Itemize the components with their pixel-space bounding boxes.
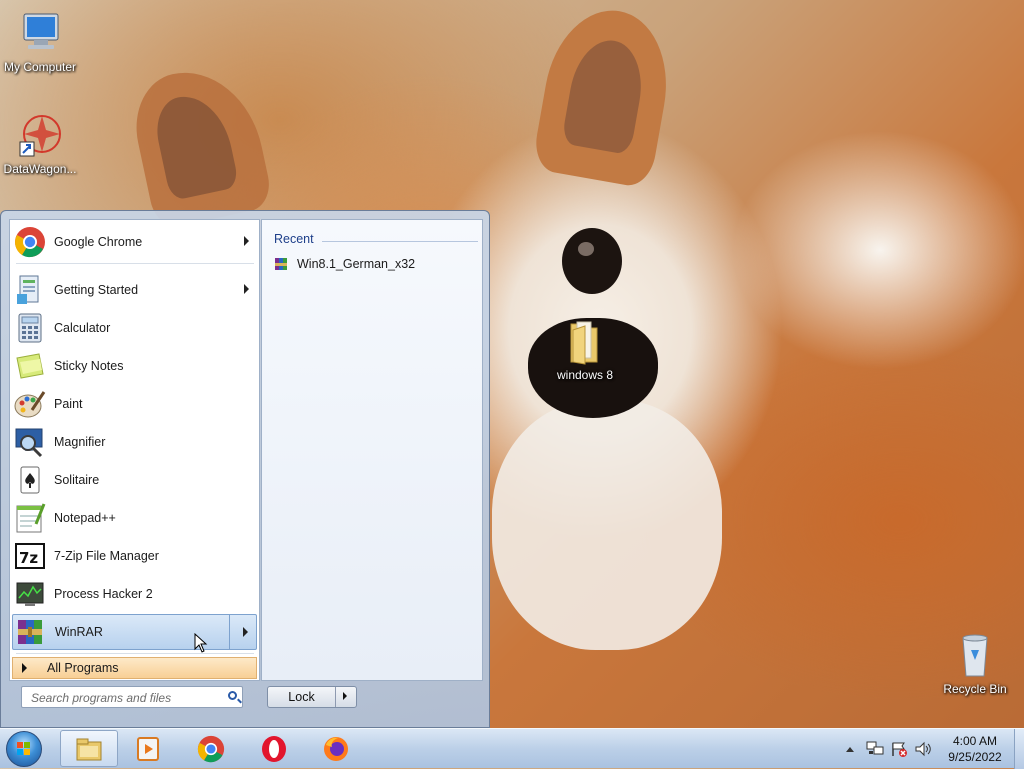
program-winrar[interactable]: WinRAR: [12, 614, 257, 650]
program-process-hacker[interactable]: Process Hacker 2: [12, 576, 257, 612]
program-sticky-notes[interactable]: Sticky Notes: [12, 348, 257, 384]
wallpaper-dog-ear: [125, 59, 275, 231]
winrar-archive-icon: [274, 256, 290, 272]
program-label: Google Chrome: [54, 235, 143, 249]
desktop-icon-windows8-folder[interactable]: windows 8: [545, 318, 625, 382]
program-calculator[interactable]: Calculator: [12, 310, 257, 346]
firefox-icon: [324, 737, 348, 761]
wallpaper-dog-ear-inner: [150, 88, 240, 202]
taskbar-opera-button[interactable]: [246, 730, 304, 767]
power-options-arrow-button[interactable]: [335, 687, 356, 707]
svg-text:7z: 7z: [19, 549, 38, 567]
submenu-arrow-icon[interactable]: [244, 236, 249, 246]
notepadpp-icon: [14, 502, 46, 534]
opera-icon: [262, 736, 286, 762]
explorer-icon: [76, 738, 102, 761]
clock-time: 4:00 AM: [952, 734, 998, 748]
program-label: WinRAR: [55, 625, 103, 639]
action-center-flag-icon[interactable]: [890, 741, 908, 757]
divider: [16, 263, 254, 264]
desktop-icon-label: DataWagon...: [3, 162, 77, 176]
submenu-arrow-icon[interactable]: [244, 284, 249, 294]
program-label: Getting Started: [54, 283, 139, 297]
sticky-notes-icon: [14, 350, 46, 382]
program-label: Paint: [54, 397, 83, 411]
desktop-icon-label: My Computer: [3, 60, 77, 74]
my-computer-icon: [16, 10, 64, 58]
expand-arrow-icon: [22, 663, 27, 673]
recent-item-label: Win8.1_German_x32: [297, 257, 416, 271]
start-menu-recent-pane: Recent Win8.1_German_x32: [261, 219, 483, 681]
wallpaper-dog-ear: [531, 0, 679, 190]
start-button[interactable]: [6, 731, 42, 767]
desktop-icon-label: Recycle Bin: [943, 682, 1007, 696]
divider: [322, 241, 478, 242]
program-label: Sticky Notes: [54, 359, 124, 373]
recent-heading: Recent: [274, 232, 314, 246]
getting-started-icon: [14, 274, 46, 306]
divider: [16, 653, 254, 654]
program-getting-started[interactable]: Getting Started: [12, 272, 257, 308]
recent-item-win81[interactable]: Win8.1_German_x32: [274, 256, 415, 272]
desktop-icon-my-computer[interactable]: My Computer: [0, 10, 80, 74]
all-programs-label: All Programs: [47, 661, 119, 675]
wallpaper-dog-eye: [562, 228, 622, 294]
taskbar: 4:00 AM 9/25/2022: [0, 728, 1024, 769]
windows-logo-icon: [17, 742, 30, 755]
volume-icon[interactable]: [914, 741, 932, 757]
program-label: Notepad++: [54, 511, 116, 525]
submenu-arrow-icon[interactable]: [243, 627, 248, 637]
wallpaper-dog-eye-highlight: [578, 242, 594, 256]
program-label: Calculator: [54, 321, 111, 335]
7zip-icon: 7z: [14, 540, 46, 572]
program-label: Solitaire: [54, 473, 100, 487]
winrar-icon: [15, 616, 47, 648]
taskbar-media-player-button[interactable]: [120, 730, 178, 767]
search-icon[interactable]: [228, 691, 237, 700]
network-icon[interactable]: [866, 741, 884, 757]
chrome-icon: [14, 226, 46, 258]
show-hidden-icons-arrow-icon[interactable]: [845, 745, 855, 753]
clock-date: 9/25/2022: [948, 750, 1002, 764]
chrome-icon: [197, 735, 225, 763]
program-magnifier[interactable]: Magnifier: [12, 424, 257, 460]
mouse-cursor-icon: [194, 633, 208, 653]
program-label: Magnifier: [54, 435, 106, 449]
paint-icon: [14, 388, 46, 420]
start-menu-programs-pane: Google Chrome Getting Started Calculator…: [9, 219, 260, 681]
all-programs-button[interactable]: All Programs: [12, 657, 257, 679]
program-label: Process Hacker 2: [54, 587, 153, 601]
lock-button-group: Lock: [267, 686, 357, 708]
magnifier-icon: [14, 426, 46, 458]
start-menu: Google Chrome Getting Started Calculator…: [0, 210, 490, 728]
recycle-bin-icon: [951, 632, 999, 680]
solitaire-icon: [14, 464, 46, 496]
calculator-icon: [14, 312, 46, 344]
clock[interactable]: 4:00 AM 9/25/2022: [940, 733, 1010, 765]
program-paint[interactable]: Paint: [12, 386, 257, 422]
program-notepadpp[interactable]: Notepad++: [12, 500, 257, 536]
folder-icon: [561, 318, 609, 366]
program-google-chrome[interactable]: Google Chrome: [12, 224, 257, 260]
wallpaper-dog-ear-inner: [560, 34, 650, 156]
program-7zip[interactable]: 7z 7-Zip File Manager: [12, 538, 257, 574]
program-solitaire[interactable]: Solitaire: [12, 462, 257, 498]
search-box[interactable]: [21, 686, 243, 708]
process-hacker-icon: [14, 578, 46, 610]
datawagon-shortcut-icon: [16, 112, 64, 160]
search-input[interactable]: [29, 688, 223, 708]
media-player-icon: [137, 737, 159, 761]
taskbar-firefox-button[interactable]: [308, 730, 366, 767]
wallpaper-dog-muzzle: [492, 400, 722, 650]
program-label: 7-Zip File Manager: [54, 549, 159, 563]
taskbar-chrome-button[interactable]: [183, 730, 241, 767]
desktop-icon-datawagon[interactable]: DataWagon...: [0, 112, 80, 176]
desktop-icon-recycle-bin[interactable]: Recycle Bin: [935, 632, 1015, 696]
lock-button[interactable]: Lock: [268, 687, 335, 707]
show-desktop-button[interactable]: [1014, 729, 1024, 769]
desktop-icon-label: windows 8: [556, 368, 614, 382]
taskbar-explorer-button[interactable]: [60, 730, 118, 767]
